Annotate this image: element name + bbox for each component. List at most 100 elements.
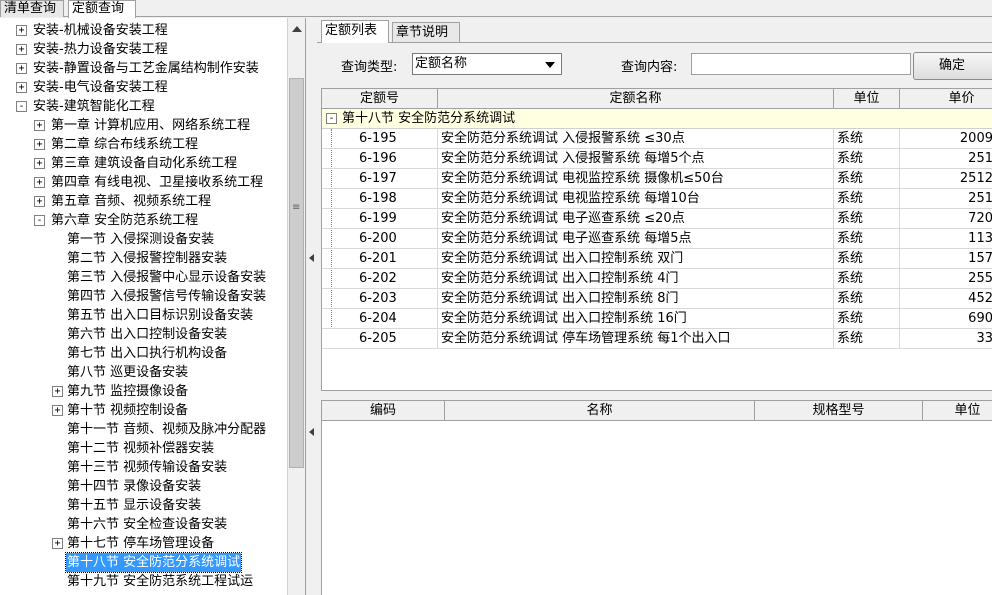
collapse-arrow-icon[interactable] xyxy=(309,254,314,262)
tree-item[interactable]: + 第三章 建筑设备自动化系统工程 xyxy=(0,154,287,173)
material-grid[interactable]: 编码 名称 规格型号 单位 xyxy=(321,400,992,595)
tree-item[interactable]: 第三节 入侵报警中心显示设备安装 xyxy=(0,268,287,287)
table-row[interactable]: 6-198 安全防范分系统调试 电视监控系统 每增10台 系统 251 xyxy=(322,189,992,209)
table-row[interactable]: 6-204 安全防范分系统调试 出入口控制系统 16门 系统 690 xyxy=(322,309,992,329)
tree-item[interactable]: + 第五章 音频、视频系统工程 xyxy=(0,192,287,211)
collapse-icon[interactable]: - xyxy=(326,113,337,124)
tree-item[interactable]: 第十二节 视频补偿器安装 xyxy=(0,439,287,458)
tree-item[interactable]: 第五节 出入口目标识别设备安装 xyxy=(0,306,287,325)
table-row[interactable]: 6-200 安全防范分系统调试 电子巡查系统 每增5点 系统 113 xyxy=(322,229,992,249)
tree-item-label: 第十节 视频控制设备 xyxy=(67,403,189,418)
table-row[interactable]: 6-202 安全防范分系统调试 出入口控制系统 4门 系统 255 xyxy=(322,269,992,289)
tree-item[interactable]: 第十八节 安全防范分系统调试 xyxy=(0,552,287,573)
tree-item[interactable]: + 安装-热力设备安装工程 xyxy=(0,40,287,59)
tree-item[interactable]: - 安装-建筑智能化工程 xyxy=(0,97,287,116)
table-row[interactable]: 6-196 安全防范分系统调试 入侵报警系统 每增5个点 系统 251 xyxy=(322,149,992,169)
tree-item[interactable]: 第二节 入侵报警控制器安装 xyxy=(0,249,287,268)
scroll-up-arrow-icon[interactable] xyxy=(292,26,302,32)
table-row[interactable]: 6-199 安全防范分系统调试 电子巡查系统 ≤20点 系统 720 xyxy=(322,209,992,229)
tree-item[interactable]: + 安装-静置设备与工艺金属结构制作安装 xyxy=(0,59,287,78)
column-header[interactable]: 定额号 xyxy=(322,89,438,109)
expand-icon[interactable]: + xyxy=(34,139,45,150)
tree-item[interactable]: 第一节 入侵探测设备安装 xyxy=(0,230,287,249)
expand-icon[interactable]: + xyxy=(16,82,27,93)
tab-bill-query[interactable]: 清单查询 xyxy=(0,0,64,17)
column-header[interactable]: 名称 xyxy=(445,401,755,421)
tree-item[interactable]: + 第九节 监控摄像设备 xyxy=(0,382,287,401)
tree-item[interactable]: 第十四节 录像设备安装 xyxy=(0,477,287,496)
tree-item[interactable]: 第八节 巡更设备安装 xyxy=(0,363,287,382)
group-row[interactable]: - 第十八节 安全防范分系统调试 xyxy=(322,109,992,129)
cell-unit: 系统 xyxy=(834,169,900,189)
tab-quota-list[interactable]: 定额列表 xyxy=(321,20,389,43)
tree-item[interactable]: 第十一节 音频、视频及脉冲分配器 xyxy=(0,420,287,439)
expand-icon[interactable]: + xyxy=(34,158,45,169)
scroll-thumb[interactable] xyxy=(289,78,304,468)
tree-scrollbar[interactable]: ≡ xyxy=(287,18,305,595)
expand-icon[interactable]: + xyxy=(52,386,63,397)
table-row[interactable]: 6-201 安全防范分系统调试 出入口控制系统 双门 系统 157 xyxy=(322,249,992,269)
tree-item-label: 第一节 入侵探测设备安装 xyxy=(67,232,215,247)
expand-icon[interactable]: + xyxy=(16,25,27,36)
table-row[interactable]: 6-197 安全防范分系统调试 电视监控系统 摄像机≤50台 系统 2512 xyxy=(322,169,992,189)
cell-code: 6-205 xyxy=(356,329,438,349)
tree-item-label: 第九节 监控摄像设备 xyxy=(67,384,189,399)
tree-item[interactable]: + 第四章 有线电视、卫星接收系统工程 xyxy=(0,173,287,192)
tree-item[interactable]: + 第十节 视频控制设备 xyxy=(0,401,287,420)
tree-item[interactable]: + 第十七节 停车场管理设备 xyxy=(0,534,287,553)
expand-icon[interactable]: + xyxy=(16,63,27,74)
table-row[interactable]: 6-203 安全防范分系统调试 出入口控制系统 8门 系统 452 xyxy=(322,289,992,309)
expand-icon[interactable]: + xyxy=(52,538,63,549)
quota-grid[interactable]: 定额号 定额名称 单位 单价 - 第十八节 安全防范分系统调试 6-195 安全防… xyxy=(321,88,992,391)
panel-splitter[interactable] xyxy=(307,18,317,595)
tree-item[interactable]: 第十五节 显示设备安装 xyxy=(0,496,287,515)
query-type-select[interactable]: 定额名称 xyxy=(412,53,562,75)
tree-item-label: 第七节 出入口执行机构设备 xyxy=(67,346,228,361)
expand-icon[interactable]: + xyxy=(34,120,45,131)
column-header[interactable]: 单位 xyxy=(923,401,992,421)
tree-item[interactable]: 第六节 出入口控制设备安装 xyxy=(0,325,287,344)
cell-code: 6-198 xyxy=(356,189,438,209)
tree-item[interactable]: 第十九节 安全防范系统工程试运 xyxy=(0,572,287,591)
cell-code: 6-197 xyxy=(356,169,438,189)
confirm-button[interactable]: 确定 xyxy=(913,52,992,80)
collapse-arrow-icon[interactable] xyxy=(309,428,314,436)
tree-item[interactable]: + 第二章 综合布线系统工程 xyxy=(0,135,287,154)
tree-item[interactable]: + 安装-机械设备安装工程 xyxy=(0,21,287,40)
tab-quota-query[interactable]: 定额查询 xyxy=(68,0,136,18)
tree-item[interactable]: + 安装-电气设备安装工程 xyxy=(0,78,287,97)
collapse-icon[interactable]: - xyxy=(34,215,45,226)
tab-chapter-notes[interactable]: 章节说明 xyxy=(392,22,460,42)
column-header[interactable]: 单位 xyxy=(834,89,900,109)
tree-item-label: 第五章 音频、视频系统工程 xyxy=(51,194,212,209)
tree-item[interactable]: + 第一章 计算机应用、网络系统工程 xyxy=(0,116,287,135)
expand-icon[interactable]: + xyxy=(34,196,45,207)
cell-unit: 系统 xyxy=(834,149,900,169)
tree-item[interactable]: 第四节 入侵报警信号传输设备安装 xyxy=(0,287,287,306)
expand-icon[interactable]: + xyxy=(34,177,45,188)
tree-item-label: 第十八节 安全防范分系统调试 xyxy=(64,552,243,573)
cell-unit: 系统 xyxy=(834,189,900,209)
tree-item-label: 第三章 建筑设备自动化系统工程 xyxy=(51,156,238,171)
column-header[interactable]: 单价 xyxy=(900,89,992,109)
cell-code: 6-201 xyxy=(356,249,438,269)
expand-icon[interactable]: + xyxy=(16,44,27,55)
tree-item[interactable]: 第十六节 安全检查设备安装 xyxy=(0,515,287,534)
cell-name: 安全防范分系统调试 入侵报警系统 ≤30点 xyxy=(438,129,834,149)
query-content-input[interactable] xyxy=(691,53,911,75)
tree-item[interactable]: - 第六章 安全防范系统工程 xyxy=(0,211,287,230)
column-header[interactable]: 定额名称 xyxy=(438,89,834,109)
cell-code: 6-200 xyxy=(356,229,438,249)
tree-item[interactable]: 第七节 出入口执行机构设备 xyxy=(0,344,287,363)
collapse-icon[interactable]: - xyxy=(16,101,27,112)
column-header[interactable]: 编码 xyxy=(322,401,445,421)
cell-unit: 系统 xyxy=(834,269,900,289)
cell-unit: 系统 xyxy=(834,309,900,329)
table-row[interactable]: 6-205 安全防范分系统调试 停车场管理系统 每1个出入口 系统 33 xyxy=(322,329,992,349)
column-header[interactable]: 规格型号 xyxy=(755,401,923,421)
tree-item[interactable]: 第十三节 视频传输设备安装 xyxy=(0,458,287,477)
expand-icon[interactable]: + xyxy=(52,405,63,416)
cell-price: 157 xyxy=(900,249,992,269)
table-row[interactable]: 6-195 安全防范分系统调试 入侵报警系统 ≤30点 系统 2009 xyxy=(322,129,992,149)
chapter-tree[interactable]: + 安装-机械设备安装工程 + 安装-热力设备安装工程 + 安装-静置设备与工艺金属结构制… xyxy=(0,18,306,595)
